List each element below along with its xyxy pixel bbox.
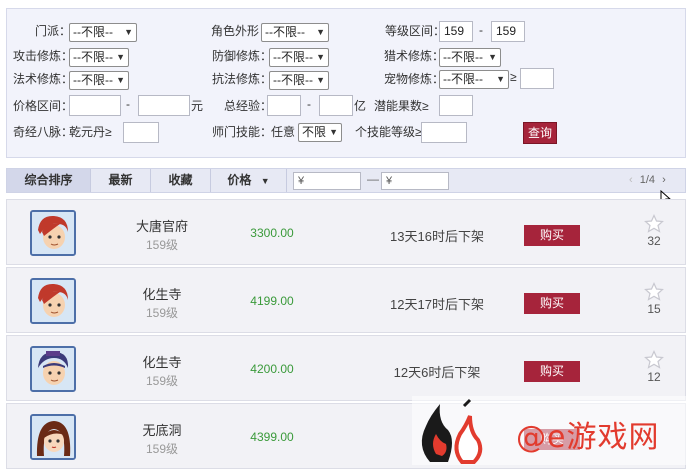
meridian-input[interactable]: [123, 122, 159, 143]
list-item[interactable]: 大唐官府 159级 3300.00 13天16时后下架 购买 32: [6, 199, 686, 265]
price-filter-dash: —: [367, 172, 379, 186]
chevron-left-icon[interactable]: ‹: [629, 174, 633, 186]
hunting-cultivation-select[interactable]: --不限-- ▼: [439, 48, 501, 67]
item-price: 3300.00: [250, 226, 294, 240]
buy-button[interactable]: 购买: [524, 225, 580, 246]
tab-price-label: 价格: [227, 173, 252, 187]
avatar: [30, 278, 76, 324]
resist-cultivation-label: 抗法修炼：: [212, 72, 273, 86]
dropdown-arrow-icon: ▼: [316, 52, 325, 62]
dropdown-arrow-icon: ▼: [496, 74, 505, 84]
dropdown-arrow-icon: ▼: [488, 52, 497, 62]
appearance-select[interactable]: --不限-- ▼: [261, 23, 329, 42]
pager: ‹ 1/4 ›: [627, 169, 668, 192]
pet-cultivation-gte: ≥: [510, 70, 517, 84]
price-range-label: 价格区间：: [13, 99, 74, 113]
dropdown-arrow-icon: ▼: [316, 75, 325, 85]
magic-cultivation-label: 法术修炼：: [13, 72, 74, 86]
filter-panel: 门派： --不限-- ▼ 角色外形： --不限-- ▼ 等级区间： 159 - 15…: [6, 8, 686, 158]
skill-count-select[interactable]: 不限 ▼: [298, 123, 342, 142]
exp-min-input[interactable]: [267, 95, 301, 116]
sect-select[interactable]: --不限-- ▼: [69, 23, 137, 42]
attack-cultivation-select[interactable]: --不限-- ▼: [69, 48, 129, 67]
hunting-cultivation-label: 猎术修炼：: [384, 49, 445, 63]
item-sect: 化生寺: [142, 355, 182, 370]
sort-bar: 综合排序 最新 收藏 价格 ▼ ¥ — ¥ ‹ 1/4 ›: [6, 168, 686, 193]
any-label: 任意: [271, 125, 296, 139]
defense-cultivation-label: 防御修炼：: [212, 49, 273, 63]
tab-favorites[interactable]: 收藏: [151, 169, 211, 192]
star-icon[interactable]: [644, 282, 664, 302]
item-level: 159级: [145, 374, 179, 388]
item-time-left: 12天17时后下架: [390, 297, 484, 312]
skill-level-label: 个技能等级≥: [355, 125, 422, 139]
pet-cultivation-input[interactable]: [520, 68, 554, 89]
price-min-input[interactable]: [69, 95, 121, 116]
price-unit: 元: [191, 99, 204, 113]
attack-cultivation-label: 攻击修炼：: [13, 49, 74, 63]
chevron-down-icon: ▼: [260, 176, 270, 186]
price-filter-to-input[interactable]: ¥: [381, 172, 449, 190]
item-sect: 大唐官府: [135, 219, 188, 234]
tab-newest[interactable]: 最新: [91, 169, 151, 192]
skill-level-input[interactable]: [421, 122, 467, 143]
defense-cultivation-select[interactable]: --不限-- ▼: [269, 48, 329, 67]
list-item[interactable]: 化生寺 159级 4199.00 12天17时后下架 购买 15: [6, 267, 686, 333]
chevron-right-icon[interactable]: ›: [662, 174, 666, 186]
level-min-input[interactable]: 159: [439, 21, 473, 42]
exp-unit: 亿: [354, 99, 367, 113]
page-indicator: 1/4: [639, 174, 656, 186]
tab-price[interactable]: 价格 ▼: [211, 169, 287, 192]
exp-range-dash: -: [307, 97, 311, 111]
item-price: 4199.00: [250, 294, 294, 308]
item-level: 159级: [145, 238, 179, 252]
avatar: [30, 346, 76, 392]
meridian-item-label: 乾元丹≥: [69, 125, 112, 139]
star-icon[interactable]: [644, 214, 664, 234]
dropdown-arrow-icon: ▼: [329, 127, 338, 137]
search-button[interactable]: 查询: [523, 122, 557, 144]
dropdown-arrow-icon: ▼: [124, 27, 133, 37]
pet-cultivation-label: 宠物修炼：: [384, 72, 445, 86]
list-item[interactable]: 化生寺 159级 4200.00 12天6时后下架 购买 12: [6, 335, 686, 401]
watermark-text: @e游戏网: [516, 420, 660, 455]
pet-cultivation-select[interactable]: --不限-- ▼: [439, 70, 509, 89]
item-sect: 化生寺: [142, 287, 182, 302]
dropdown-arrow-icon: ▼: [116, 75, 125, 85]
magic-cultivation-select[interactable]: --不限-- ▼: [69, 71, 129, 90]
school-skill-label: 师门技能：: [212, 125, 273, 139]
watermark-logo: @e游戏网: [412, 396, 692, 465]
item-sect: 无底洞: [142, 423, 182, 438]
item-level: 159级: [145, 306, 179, 320]
price-max-input[interactable]: [138, 95, 190, 116]
potential-fruit-label: 潜能果数≥: [374, 99, 429, 113]
resist-cultivation-select[interactable]: --不限-- ▼: [269, 71, 329, 90]
buy-button[interactable]: 购买: [524, 361, 580, 382]
favorite-count: 15: [647, 302, 661, 316]
level-max-input[interactable]: 159: [491, 21, 525, 42]
item-price: 4200.00: [250, 362, 294, 376]
dropdown-arrow-icon: ▼: [116, 52, 125, 62]
level-range-label: 等级区间：: [385, 24, 446, 38]
level-range-dash: -: [479, 23, 483, 37]
price-filter-from-input[interactable]: ¥: [293, 172, 361, 190]
avatar: [30, 210, 76, 256]
sect-label: 门派：: [35, 24, 72, 38]
total-exp-label: 总经验：: [224, 99, 273, 113]
favorite-count: 32: [647, 234, 661, 248]
potential-fruit-input[interactable]: [439, 95, 473, 116]
favorite-count: 12: [647, 370, 661, 384]
item-time-left: 12天6时后下架: [393, 365, 481, 380]
dropdown-arrow-icon: ▼: [316, 27, 325, 37]
buy-button[interactable]: 购买: [524, 293, 580, 314]
exp-max-input[interactable]: [319, 95, 353, 116]
item-time-left: 13天16时后下架: [390, 229, 484, 244]
item-price: 4399.00: [250, 430, 294, 444]
avatar: [30, 414, 76, 460]
star-icon[interactable]: [644, 350, 664, 370]
tab-comprehensive-sort[interactable]: 综合排序: [7, 169, 91, 192]
price-range-dash: -: [126, 97, 130, 111]
item-level: 159级: [145, 442, 179, 456]
meridian-label: 奇经八脉：: [13, 125, 74, 139]
